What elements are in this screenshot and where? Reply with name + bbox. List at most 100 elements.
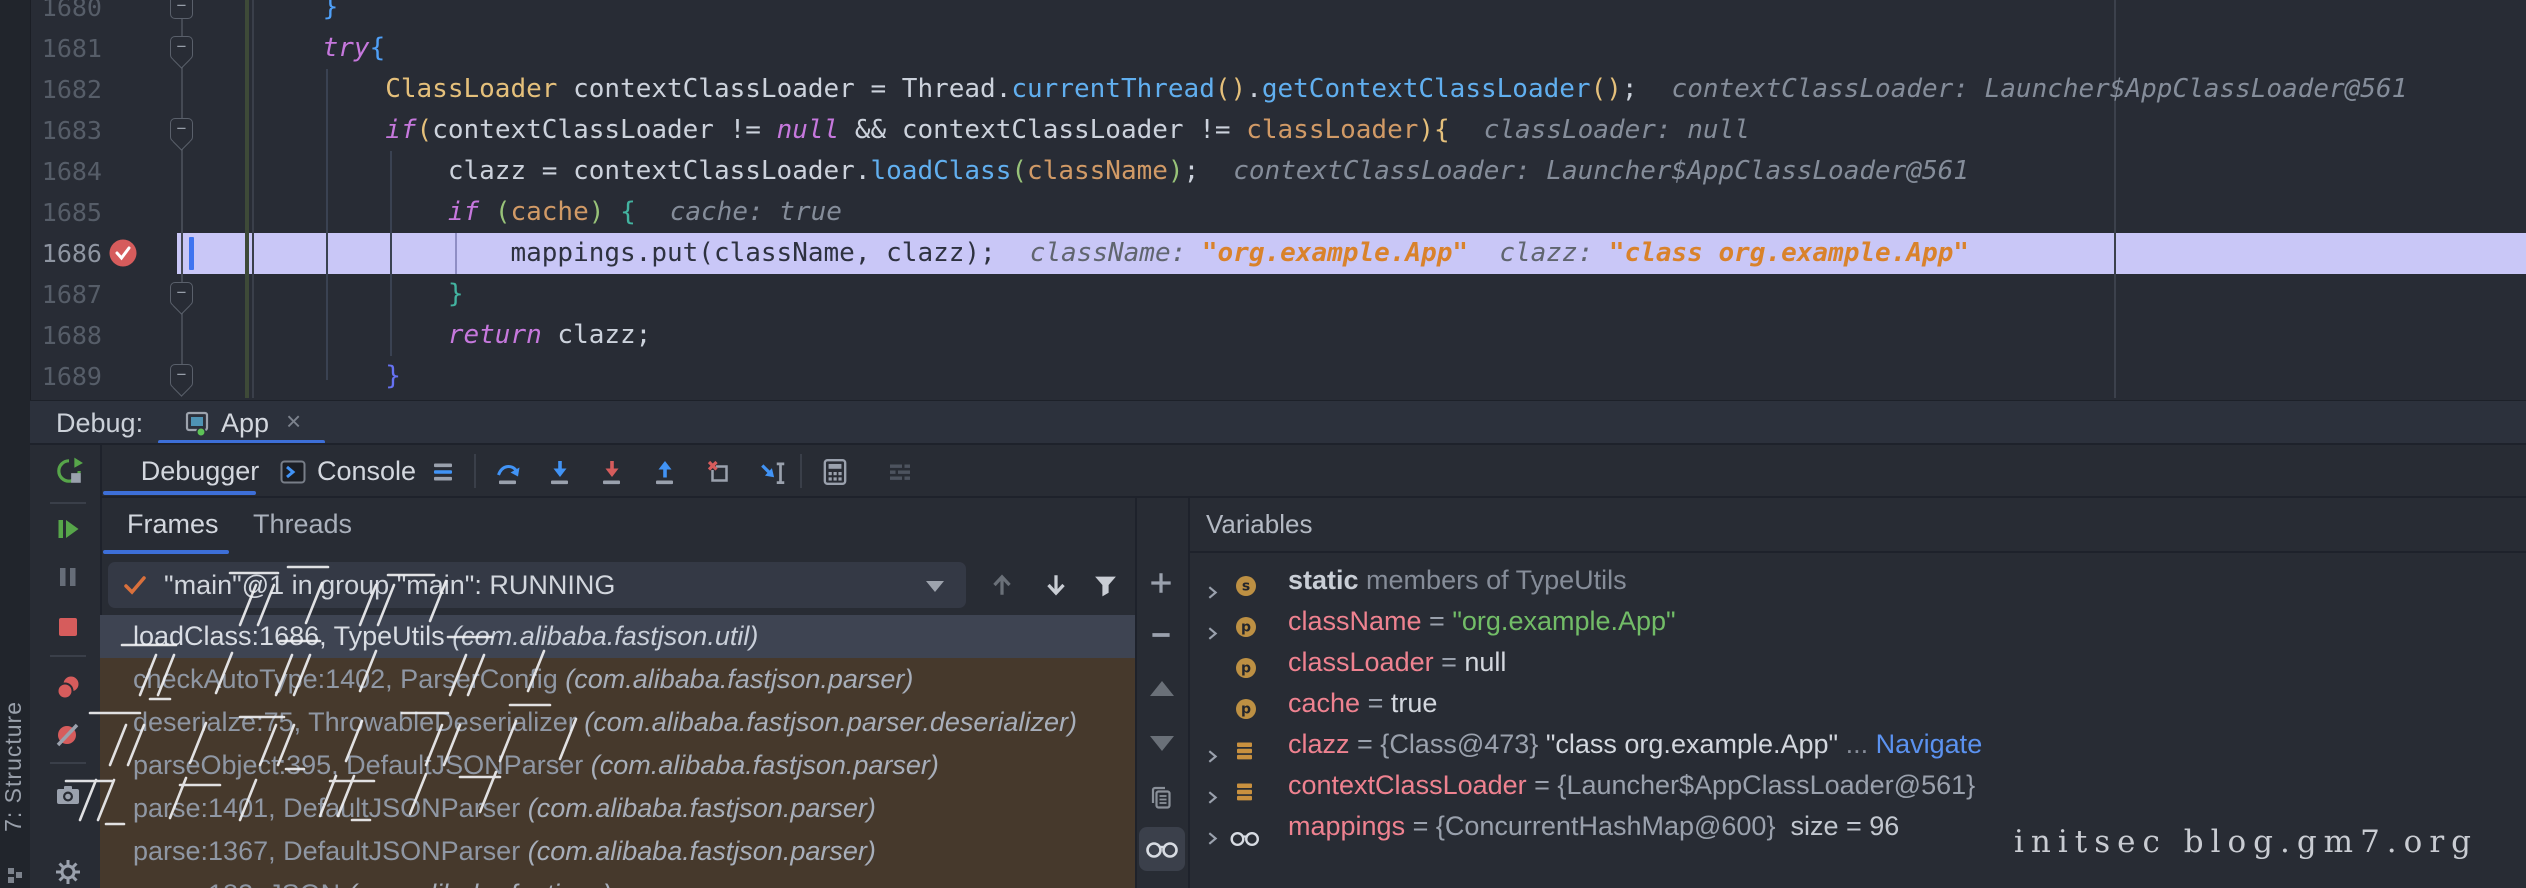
line-number: 1688 — [30, 315, 102, 356]
code-fold-icon[interactable]: − — [170, 364, 193, 388]
frame-row[interactable]: parse:1367, DefaultJSONParser (com.aliba… — [100, 830, 1135, 873]
pause-program-icon[interactable] — [54, 563, 82, 591]
debug-tool-window-header: Debug: App × — [30, 400, 2526, 445]
watermark-text: initsec blog.gm7.org — [2014, 824, 2478, 860]
add-watch-icon[interactable] — [1147, 569, 1175, 597]
show-watches-toggle[interactable] — [1139, 827, 1185, 871]
variable-row[interactable]: clazz = {Class@473} "class org.example.A… — [1188, 724, 1982, 765]
settings-layout-icon[interactable] — [886, 458, 914, 486]
code-line-1689[interactable]: 1689 − } — [0, 356, 2526, 397]
code-lines: 1680− }1681 − try{1682 ClassLoader contex… — [0, 0, 2526, 399]
gear-icon[interactable] — [54, 858, 82, 886]
code-text: if(contextClassLoader != null && context… — [260, 110, 1750, 151]
mute-breakpoints-icon[interactable] — [54, 721, 82, 749]
code-text: mappings.put(className, clazz);className… — [260, 233, 1969, 274]
debugger-toolbar: Debugger Console — [30, 445, 2526, 497]
tool-window-icon[interactable] — [6, 866, 24, 884]
code-line-1687[interactable]: 1687− } — [0, 274, 2526, 315]
code-text: clazz = contextClassLoader.loadClass(cla… — [260, 151, 1969, 192]
frame-row[interactable]: deserialze:75, ThrowableDeserializer (co… — [100, 701, 1135, 744]
remove-watch-icon[interactable] — [1147, 621, 1175, 649]
watched-variable-icon — [1230, 818, 1260, 859]
variable-row[interactable]: pcache = true — [1188, 683, 1437, 724]
tab-console[interactable]: Console — [317, 445, 416, 497]
code-line-1684[interactable]: 1684 clazz = contextClassLoader.loadClas… — [0, 151, 2526, 192]
show-execution-point-icon[interactable] — [429, 458, 457, 486]
code-fold-icon[interactable]: − — [170, 36, 193, 60]
code-line-1686[interactable]: 1686 mappings.put(className, clazz);clas… — [0, 233, 2526, 274]
code-text: return clazz; — [260, 315, 651, 356]
code-fold-icon[interactable]: − — [170, 0, 193, 19]
tool-window-bar: 7: Structure — [0, 0, 31, 888]
debug-label: Debug: — [56, 401, 143, 445]
gutter-separator — [252, 0, 254, 398]
divider — [1135, 497, 1137, 888]
resume-program-icon[interactable] — [54, 515, 82, 543]
step-into-icon[interactable] — [546, 458, 574, 486]
variable-row[interactable]: sstatic members of TypeUtils — [1188, 560, 1627, 601]
chevron-right-icon[interactable] — [1204, 818, 1221, 859]
console-icon — [279, 458, 307, 486]
drop-frame-icon[interactable] — [705, 458, 733, 486]
evaluate-expression-icon[interactable] — [820, 457, 850, 487]
code-line-1682[interactable]: 1682 ClassLoader contextClassLoader = Th… — [0, 69, 2526, 110]
active-tab-underline — [103, 491, 256, 495]
frame-row[interactable]: parse:1401, DefaultJSONParser (com.aliba… — [100, 787, 1135, 830]
inline-debugger-hint: classLoader: null — [1484, 115, 1750, 145]
svg-text:s: s — [1242, 579, 1250, 595]
frames-list: loadClass:1686, TypeUtils (com.alibaba.f… — [100, 615, 1135, 888]
toolbar-separator — [800, 454, 802, 488]
line-number: 1687 — [30, 274, 102, 315]
frame-up-icon[interactable] — [988, 571, 1016, 599]
code-line-1688[interactable]: 1688 return clazz; — [0, 315, 2526, 356]
thread-selector-value: "main"@1 in group "main": RUNNING — [164, 562, 615, 608]
line-number: 1686 — [30, 233, 102, 274]
code-text: try{ — [260, 28, 385, 69]
line-number: 1682 — [30, 69, 102, 110]
code-text: } — [260, 356, 401, 397]
line-number: 1681 — [30, 28, 102, 69]
line-number: 1689 — [30, 356, 102, 397]
code-fold-icon[interactable]: − — [170, 118, 193, 142]
variable-row[interactable]: mappings = {ConcurrentHashMap@600} size … — [1188, 806, 1899, 847]
app-run-configuration-icon — [182, 408, 212, 438]
copy-stack-icon[interactable] — [1147, 784, 1175, 812]
filter-funnel-icon[interactable] — [1092, 572, 1119, 599]
code-fold-icon[interactable]: − — [170, 282, 193, 306]
frame-row[interactable]: parseObject:395, DefaultJSONParser (com.… — [100, 744, 1135, 787]
frame-row[interactable]: checkAutoType:1402, ParserConfig (com.al… — [100, 658, 1135, 701]
code-text: if (cache) {cache: true — [260, 192, 842, 233]
frame-row[interactable]: parse:183, JSON (com.alibaba.fastjson) — [100, 873, 1135, 888]
tab-frames[interactable]: Frames — [127, 497, 219, 552]
force-step-into-icon[interactable] — [598, 458, 626, 486]
structure-tool-button[interactable]: 7: Structure — [0, 701, 30, 832]
step-over-icon[interactable] — [494, 458, 522, 486]
variables-panel-title: Variables — [1206, 497, 1312, 552]
navigate-up-icon[interactable] — [1150, 681, 1174, 696]
thread-selector-dropdown[interactable]: "main"@1 in group "main": RUNNING — [108, 562, 966, 608]
thread-dump-camera-icon[interactable] — [54, 781, 82, 809]
stop-icon[interactable] — [54, 613, 82, 641]
toolbar-separator — [50, 762, 86, 764]
code-line-1683[interactable]: 1683− if(contextClassLoader != null && c… — [0, 110, 2526, 151]
tab-threads[interactable]: Threads — [253, 497, 352, 552]
code-line-1680[interactable]: 1680− } — [0, 0, 2526, 28]
view-breakpoints-icon[interactable] — [54, 674, 82, 702]
inline-debugger-hint: contextClassLoader: Launcher$AppClassLoa… — [1672, 74, 2408, 104]
variable-row[interactable]: pclassLoader = null — [1188, 642, 1506, 683]
code-line-1685[interactable]: 1685 if (cache) {cache: true — [0, 192, 2526, 233]
tab-app[interactable]: App — [221, 401, 269, 445]
close-icon[interactable]: × — [286, 406, 301, 437]
divider — [30, 443, 2526, 445]
navigate-down-icon[interactable] — [1150, 736, 1174, 751]
code-line-1681[interactable]: 1681 − try{ — [0, 28, 2526, 69]
variable-row[interactable]: pclassName = "org.example.App" — [1188, 601, 1676, 642]
variable-row[interactable]: contextClassLoader = {Launcher$AppClassL… — [1188, 765, 1975, 806]
tab-debugger[interactable]: Debugger — [115, 445, 285, 497]
step-out-icon[interactable] — [651, 458, 679, 486]
frame-row[interactable]: loadClass:1686, TypeUtils (com.alibaba.f… — [100, 615, 1135, 658]
rerun-icon[interactable] — [54, 456, 84, 486]
run-to-cursor-icon[interactable] — [758, 458, 788, 488]
frame-down-icon[interactable] — [1042, 571, 1070, 599]
breakpoint-icon[interactable] — [107, 237, 139, 274]
